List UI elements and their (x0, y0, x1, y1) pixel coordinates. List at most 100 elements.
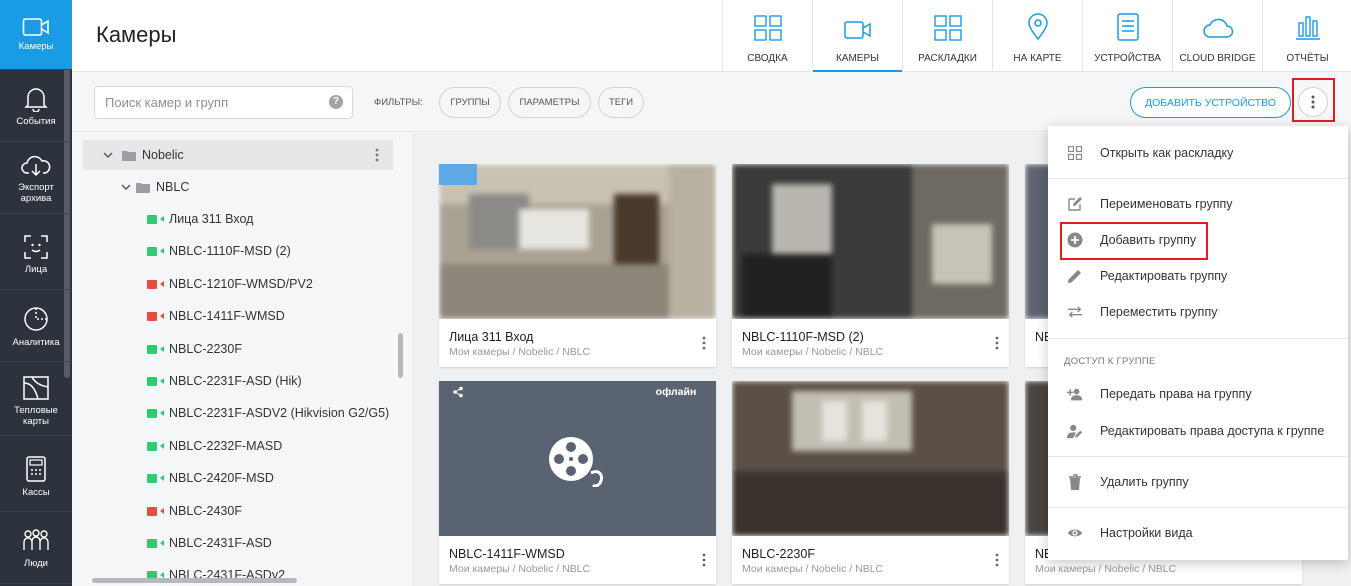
tab-cameras[interactable]: КАМЕРЫ (812, 0, 902, 72)
tree-camera[interactable]: NBLC-2231F-ASD (Hik) (83, 366, 393, 396)
kebab-icon[interactable] (702, 336, 706, 350)
nav-label: Экспорт архива (18, 181, 54, 204)
nav-item-events[interactable]: События (0, 72, 72, 142)
menu-label: Переименовать группу (1100, 197, 1233, 211)
menu-divider (1048, 456, 1348, 457)
menu-view-settings[interactable]: Настройки вида (1048, 515, 1348, 551)
tree-camera[interactable]: NBLC-2430F (83, 496, 393, 526)
tree-vertical-scrollbar[interactable] (398, 333, 403, 378)
menu-move-group[interactable]: Переместить группу (1048, 294, 1348, 330)
tree-camera[interactable]: NBLC-2231F-ASDV2 (Hikvision G2/G5) (83, 398, 393, 428)
tree-horizontal-scrollbar[interactable] (92, 578, 297, 583)
menu-transfer-rights[interactable]: Передать права на группу (1048, 376, 1348, 412)
nav-item-analytics[interactable]: Аналитика (0, 292, 72, 362)
cash-register-icon (26, 456, 46, 482)
nav-label: Лица (24, 264, 48, 275)
tree-camera[interactable]: NBLC-2230F (83, 334, 393, 364)
nav-item-heatmaps[interactable]: Тепловые карты (0, 366, 72, 436)
camera-preview[interactable] (732, 381, 1009, 536)
nav-label: Тепловые карты (14, 404, 58, 427)
tree-camera[interactable]: NBLC-2431F-ASD (83, 528, 393, 558)
tab-layouts[interactable]: РАСКЛАДКИ (902, 0, 992, 72)
menu-edit-access[interactable]: Редактировать права доступа к группе (1048, 413, 1348, 449)
tab-cloud-bridge[interactable]: CLOUD BRIDGE (1172, 0, 1262, 72)
kebab-icon[interactable] (995, 336, 999, 350)
camera-online-icon (147, 408, 164, 418)
pencil-icon (1067, 268, 1083, 284)
menu-edit-group[interactable]: Редактировать группу (1048, 258, 1348, 294)
chevron-down-icon (103, 152, 113, 158)
menu-delete-group[interactable]: Удалить группу (1048, 464, 1348, 500)
camera-path: Мои камеры / Nobelic / NBLC (449, 346, 591, 358)
tree-camera[interactable]: NBLC-1411F-WMSD (83, 301, 393, 331)
nav-item-faces[interactable]: Лица (0, 220, 72, 290)
menu-label: Передать права на группу (1100, 387, 1252, 401)
tab-summary[interactable]: СВОДКА (722, 0, 812, 72)
share-icon[interactable] (439, 381, 477, 402)
camera-card[interactable]: офлайн NBLC-1411F-WMSD Мои камеры / Nobe… (439, 381, 716, 584)
camera-card[interactable]: NBLC-1110F-MSD (2) Мои камеры / Nobelic … (732, 164, 1009, 367)
camera-offline-icon (147, 279, 164, 289)
menu-open-as-layout[interactable]: Открыть как раскладку (1048, 135, 1348, 171)
person-add-icon (1067, 386, 1083, 402)
devices-icon (1116, 13, 1139, 41)
camera-online-icon (147, 473, 164, 483)
tree-camera[interactable]: NBLC-1110F-MSD (2) (83, 236, 393, 266)
tree-camera[interactable]: NBLC-2232F-MASD (83, 431, 393, 461)
camera-tree: Nobelic NBLC Лица 311 Вход NBLC-1110F-MS… (72, 133, 414, 586)
nav-item-cash-registers[interactable]: Кассы (0, 442, 72, 512)
camera-online-icon (147, 538, 164, 548)
filter-params-chip[interactable]: ПАРАМЕТРЫ (508, 87, 591, 118)
camera-name: NBLC-1110F-MSD (2) (742, 330, 864, 344)
tree-label: NBLC (156, 180, 190, 194)
add-device-button[interactable]: ДОБАВИТЬ УСТРОЙСТВО (1130, 87, 1291, 118)
folder-icon (122, 150, 136, 161)
camera-card[interactable]: NBLC-2230F Мои камеры / Nobelic / NBLC (732, 381, 1009, 584)
tree-label: NBLC-2231F-ASD (Hik) (169, 374, 302, 388)
person-edit-icon (1067, 423, 1083, 439)
tab-devices[interactable]: УСТРОЙСТВА (1082, 0, 1172, 72)
kebab-icon[interactable] (995, 553, 999, 567)
nav-label: Люди (23, 558, 48, 569)
bell-icon (24, 88, 48, 112)
tree-group-nobelic[interactable]: Nobelic (83, 140, 393, 170)
tab-on-map[interactable]: НА КАРТЕ (992, 0, 1082, 72)
layout-icon (933, 15, 962, 41)
camera-preview[interactable] (732, 164, 1009, 319)
top-tabs: СВОДКА КАМЕРЫ РАСКЛАДКИ НА КАРТЕ УСТРОЙС… (722, 0, 1351, 72)
filter-groups-chip[interactable]: ГРУППЫ (439, 87, 501, 118)
tree-label: NBLC-2430F (169, 504, 242, 518)
folder-icon (136, 182, 150, 193)
app-root: Камеры События Экспорт архива Лица Анали… (0, 0, 1351, 586)
camera-preview[interactable] (439, 164, 716, 319)
reports-icon (1295, 16, 1320, 40)
tree-group-nblc[interactable]: NBLC (83, 172, 393, 202)
tab-reports[interactable]: ОТЧЁТЫ (1262, 0, 1351, 72)
tree-label: NBLC-1110F-MSD (2) (169, 244, 291, 258)
nav-item-cameras[interactable]: Камеры (0, 0, 72, 70)
camera-path: Мои камеры / Nobelic / NBLC (449, 563, 591, 575)
menu-label: Редактировать права доступа к группе (1100, 424, 1325, 438)
nav-item-export-archive[interactable]: Экспорт архива (0, 144, 72, 214)
menu-section-title: ДОСТУП К ГРУППЕ (1064, 356, 1156, 367)
kebab-icon[interactable] (375, 148, 379, 162)
tree-camera[interactable]: NBLC-1210F-WMSD/PV2 (83, 269, 393, 299)
help-icon[interactable]: ? (329, 95, 343, 109)
kebab-icon[interactable] (702, 553, 706, 567)
camera-preview[interactable]: офлайн (439, 381, 716, 536)
nav-item-people[interactable]: Люди (0, 514, 72, 584)
rename-icon (1067, 196, 1083, 212)
filter-tags-chip[interactable]: ТЕГИ (598, 87, 644, 118)
page-title: Камеры (96, 22, 177, 47)
page-header: Камеры СВОДКА КАМЕРЫ РАСКЛАДКИ НА КАРТЕ … (72, 0, 1351, 72)
tree-label: NBLC-1210F-WMSD/PV2 (169, 277, 313, 291)
menu-label: Удалить группу (1100, 475, 1189, 489)
camera-card[interactable]: Лица 311 Вход Мои камеры / Nobelic / NBL… (439, 164, 716, 367)
tree-label: Лица 311 Вход (169, 212, 254, 226)
filters-label: ФИЛЬТРЫ: (374, 97, 423, 108)
tree-camera[interactable]: Лица 311 Вход (83, 204, 393, 234)
tree-camera[interactable]: NBLC-2420F-MSD (83, 463, 393, 493)
highlight-box (1060, 222, 1208, 260)
search-input[interactable] (94, 86, 353, 119)
menu-rename-group[interactable]: Переименовать группу (1048, 186, 1348, 222)
